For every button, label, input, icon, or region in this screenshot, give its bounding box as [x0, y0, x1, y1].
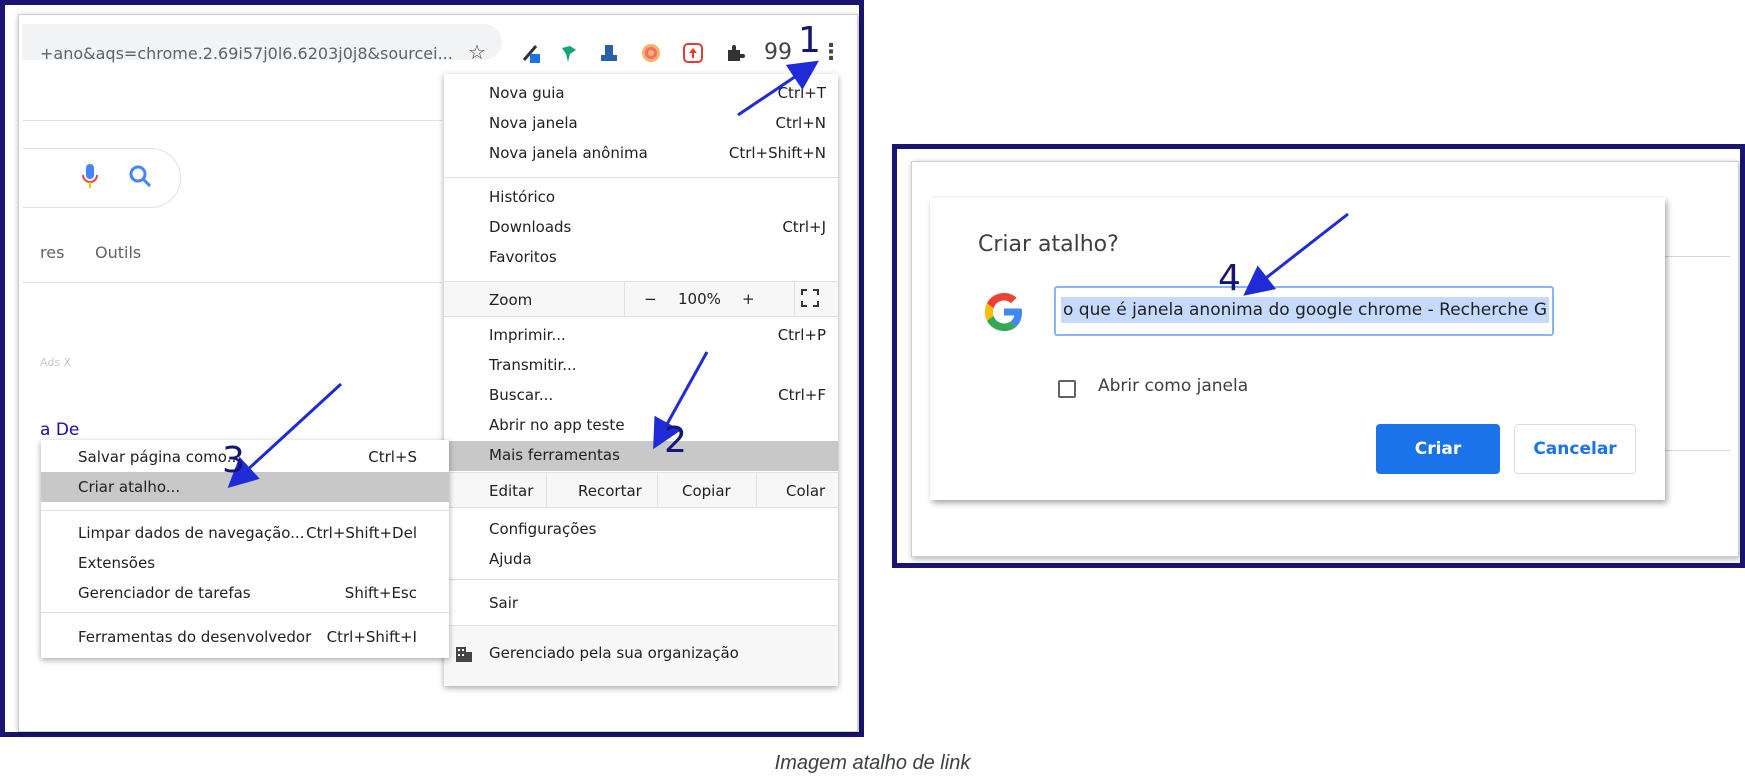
step-number-1: 1: [798, 20, 821, 61]
step-number-2: 2: [664, 420, 687, 461]
step-number-4: 4: [1218, 258, 1241, 299]
step-number-3: 3: [222, 440, 245, 481]
arrow-4: [1243, 212, 1349, 296]
annotation-arrows: [227, 60, 1349, 489]
arrow-1: [737, 60, 819, 117]
arrow-3: [227, 382, 343, 489]
figure-caption: Imagem atalho de link: [774, 752, 971, 774]
